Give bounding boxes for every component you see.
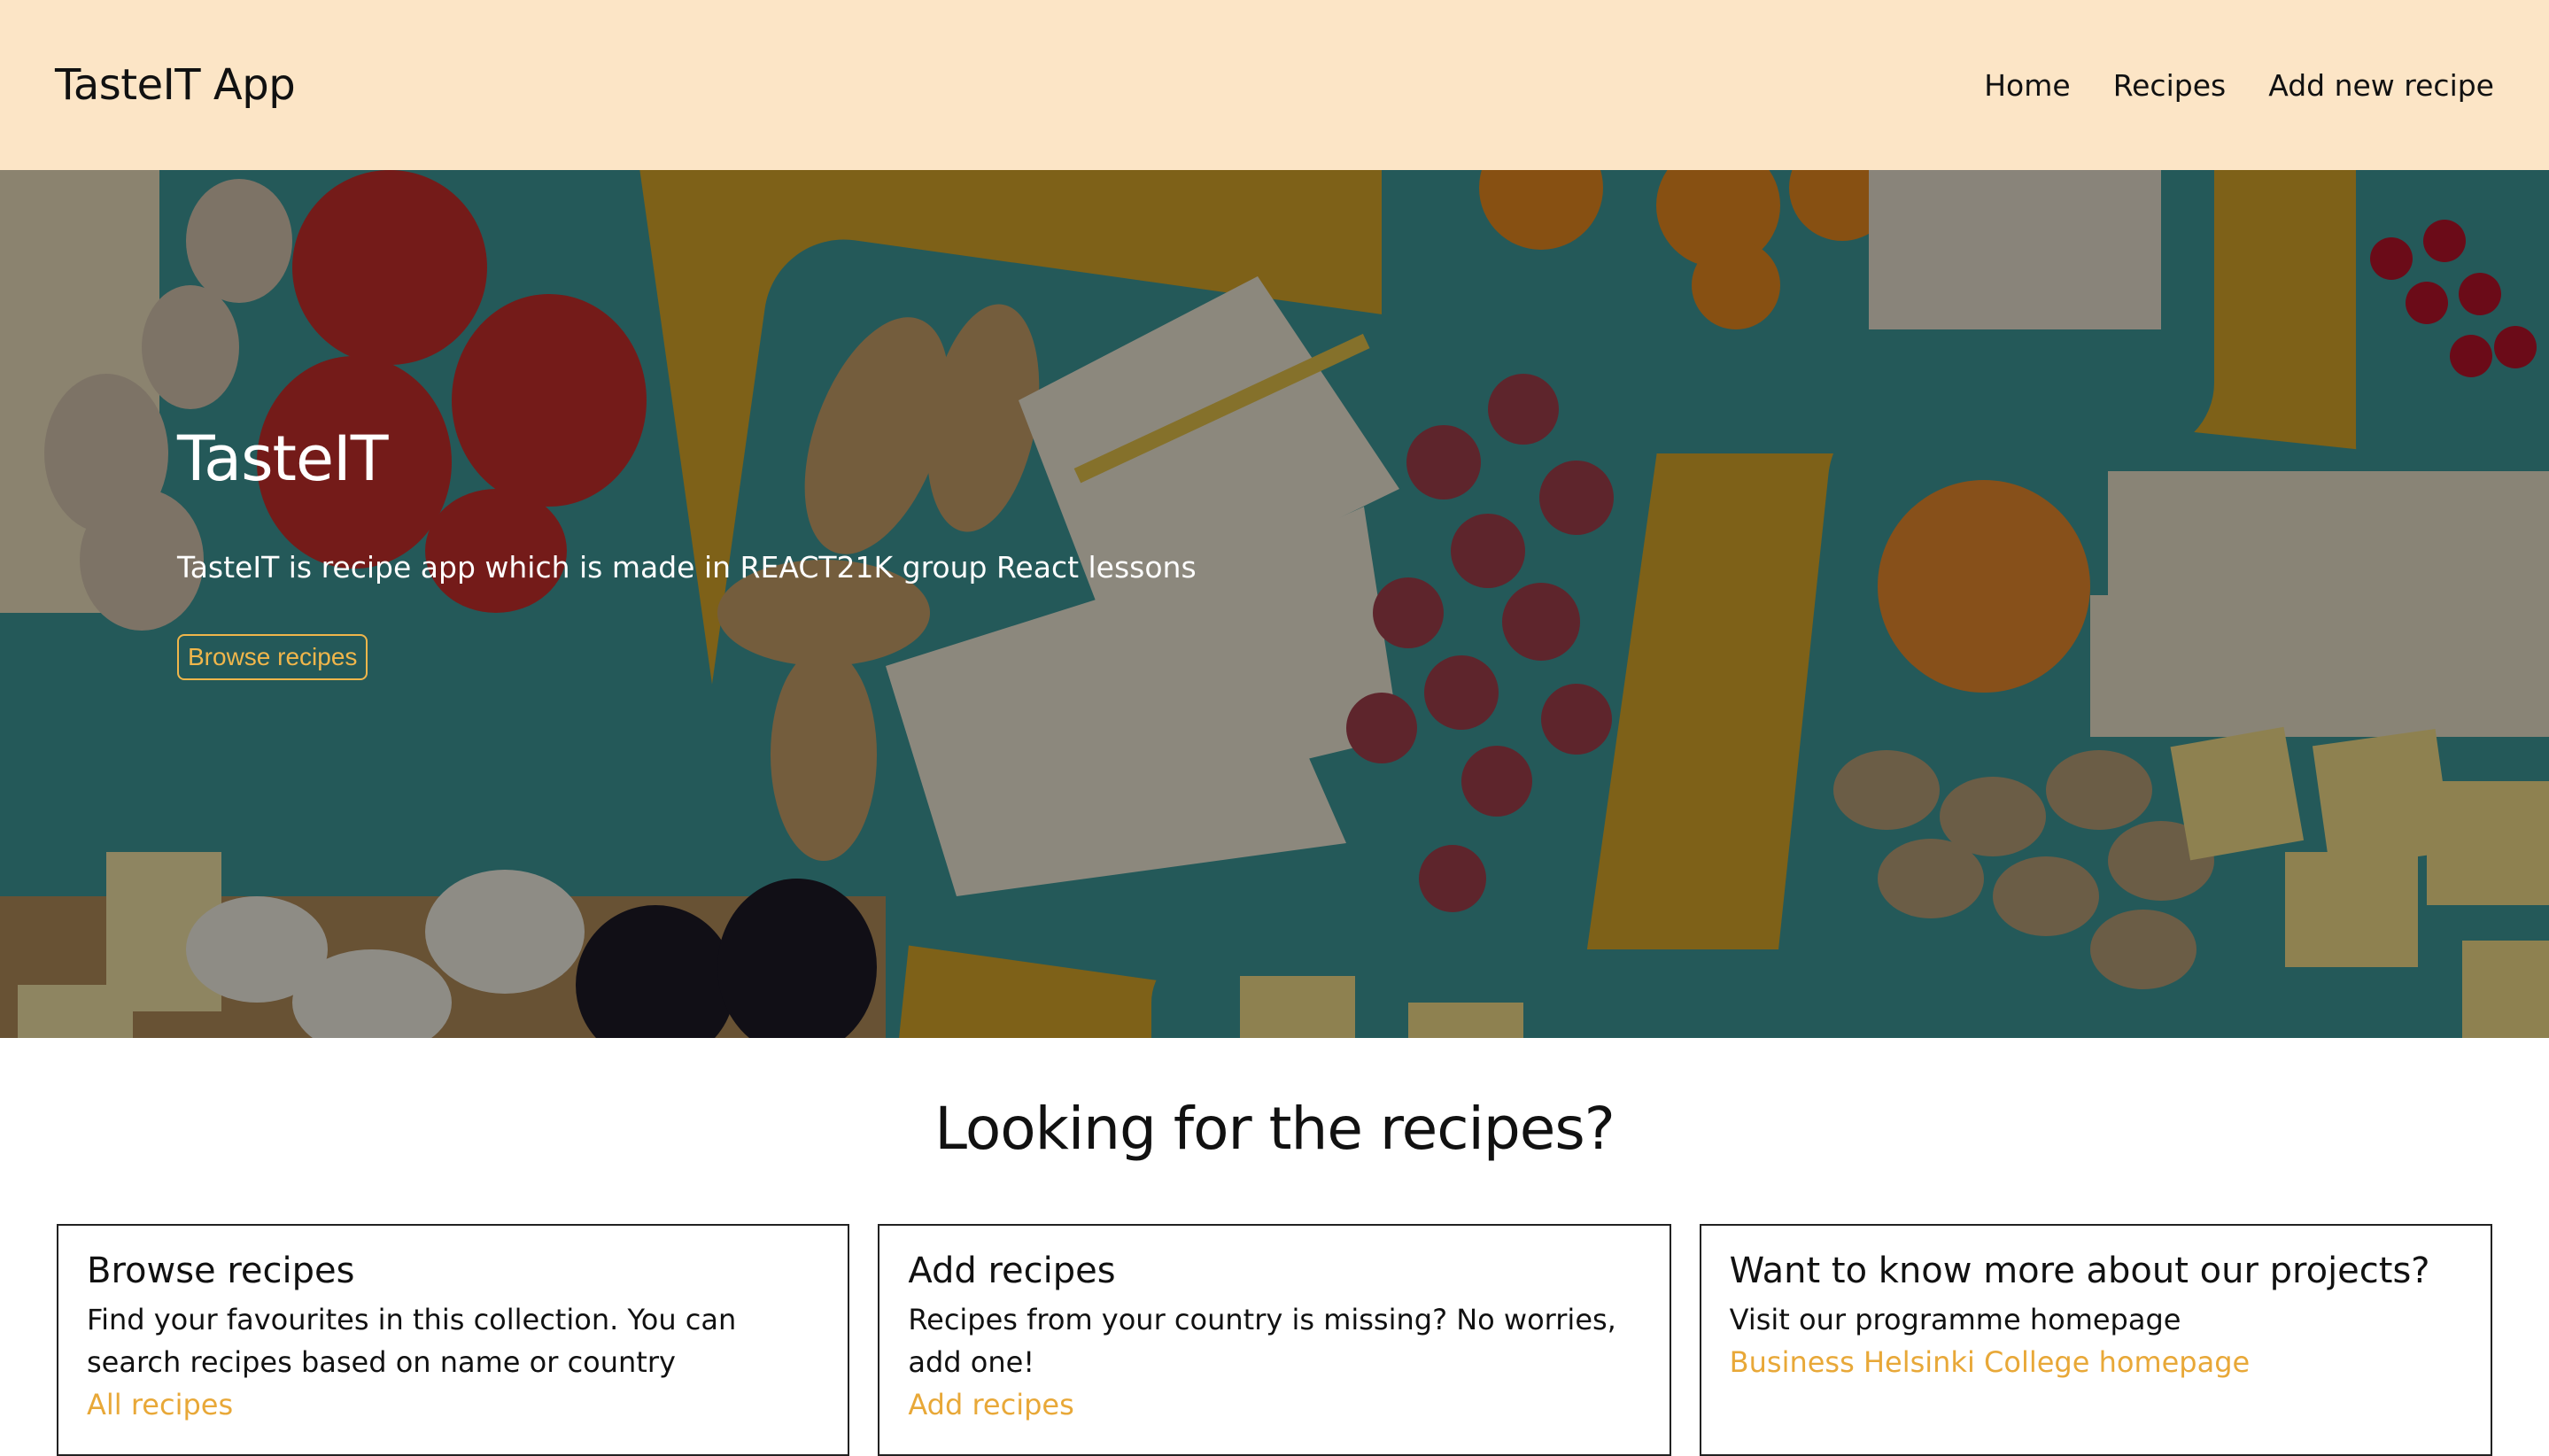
card-title: Add recipes bbox=[908, 1251, 1116, 1291]
card-title: Browse recipes bbox=[87, 1251, 355, 1291]
info-cards: Browse recipes Find your favourites in t… bbox=[57, 1224, 2492, 1456]
card-projects: Want to know more about our projects? Vi… bbox=[1699, 1224, 2492, 1456]
hero-description: TasteIT is recipe app which is made in R… bbox=[177, 550, 1197, 585]
all-recipes-link[interactable]: All recipes bbox=[87, 1383, 819, 1426]
hero-content: TasteIT TasteIT is recipe app which is m… bbox=[177, 422, 1197, 680]
brand-title[interactable]: TasteIT App bbox=[55, 60, 296, 110]
card-text: Visit our programme homepage bbox=[1729, 1303, 2181, 1336]
card-text: Recipes from your country is missing? No… bbox=[908, 1303, 1616, 1379]
section-title: Looking for the recipes? bbox=[934, 1095, 1615, 1163]
college-homepage-link[interactable]: Business Helsinki College homepage bbox=[1730, 1341, 2462, 1383]
top-navbar: TasteIT App Home Recipes Add new recipe bbox=[0, 0, 2549, 170]
hero-title: TasteIT bbox=[177, 422, 388, 495]
card-browse-recipes: Browse recipes Find your favourites in t… bbox=[57, 1224, 850, 1456]
card-text: Find your favourites in this collection.… bbox=[87, 1303, 737, 1379]
main-nav: Home Recipes Add new recipe bbox=[1984, 68, 2494, 103]
card-title: Want to know more about our projects? bbox=[1729, 1251, 2430, 1291]
hero-banner: TasteIT TasteIT is recipe app which is m… bbox=[0, 170, 2549, 1038]
nav-home-link[interactable]: Home bbox=[1984, 68, 2070, 103]
add-recipes-link[interactable]: Add recipes bbox=[908, 1383, 1640, 1426]
card-add-recipes: Add recipes Recipes from your country is… bbox=[878, 1224, 1671, 1456]
browse-recipes-button[interactable]: Browse recipes bbox=[177, 634, 368, 680]
nav-add-recipe-link[interactable]: Add new recipe bbox=[2268, 68, 2494, 103]
nav-recipes-link[interactable]: Recipes bbox=[2113, 68, 2227, 103]
